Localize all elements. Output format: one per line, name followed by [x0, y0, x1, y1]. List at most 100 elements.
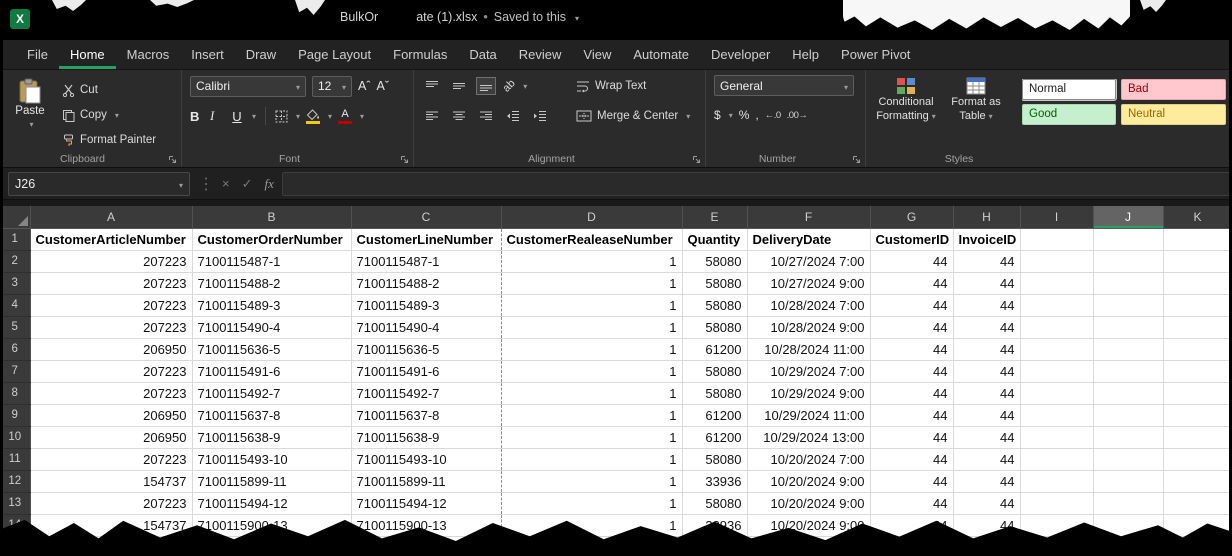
- column-header-G[interactable]: G: [870, 206, 953, 228]
- cell-B2[interactable]: 7100115487-1: [192, 250, 351, 272]
- cell-A15[interactable]: [30, 536, 192, 556]
- cell-style-good[interactable]: Good: [1022, 104, 1116, 125]
- menu-tab-insert[interactable]: Insert: [180, 40, 235, 69]
- cell-I7[interactable]: [1020, 360, 1093, 382]
- cell-I14[interactable]: [1020, 514, 1093, 536]
- cell-K15[interactable]: [1163, 536, 1232, 556]
- cell-E6[interactable]: 61200: [682, 338, 747, 360]
- cell-C5[interactable]: 7100115490-4: [351, 316, 501, 338]
- dialog-launcher-icon[interactable]: [168, 155, 177, 164]
- cell-K12[interactable]: [1163, 470, 1232, 492]
- cell-E1[interactable]: Quantity: [682, 228, 747, 250]
- cell-H5[interactable]: 44: [953, 316, 1020, 338]
- merge-center-button[interactable]: Merge & Center: [576, 105, 690, 127]
- enter-icon[interactable]: ✓: [242, 176, 253, 192]
- cell-H2[interactable]: 44: [953, 250, 1020, 272]
- cell-G14[interactable]: 44: [870, 514, 953, 536]
- menu-tab-help[interactable]: Help: [781, 40, 830, 69]
- cell-K7[interactable]: [1163, 360, 1232, 382]
- menu-tab-data[interactable]: Data: [458, 40, 507, 69]
- cell-C9[interactable]: 7100115637-8: [351, 404, 501, 426]
- column-header-E[interactable]: E: [682, 206, 747, 228]
- conditional-formatting-button[interactable]: Conditional Formatting: [874, 75, 938, 123]
- cell-D8[interactable]: 1: [501, 382, 682, 404]
- row-header-9[interactable]: 9: [0, 404, 30, 426]
- increase-decimal-button[interactable]: ←.0: [765, 104, 781, 126]
- decrease-decimal-button[interactable]: .00→: [787, 104, 808, 126]
- cell-J4[interactable]: [1093, 294, 1163, 316]
- comma-style-button[interactable]: ,: [755, 104, 758, 126]
- decrease-font-size-button[interactable]: Aˇ: [377, 75, 390, 97]
- row-header-8[interactable]: 8: [0, 382, 30, 404]
- dialog-launcher-icon[interactable]: [400, 155, 409, 164]
- cell-I9[interactable]: [1020, 404, 1093, 426]
- menu-tab-view[interactable]: View: [572, 40, 622, 69]
- cell-I3[interactable]: [1020, 272, 1093, 294]
- column-header-J[interactable]: J: [1093, 206, 1163, 228]
- cell-G13[interactable]: 44: [870, 492, 953, 514]
- cell-K2[interactable]: [1163, 250, 1232, 272]
- cell-J5[interactable]: [1093, 316, 1163, 338]
- cell-F15[interactable]: [747, 536, 870, 556]
- cell-C7[interactable]: 7100115491-6: [351, 360, 501, 382]
- accounting-format-button[interactable]: $: [714, 104, 733, 126]
- cell-J2[interactable]: [1093, 250, 1163, 272]
- menu-tab-review[interactable]: Review: [508, 40, 573, 69]
- formula-input[interactable]: [282, 172, 1232, 196]
- cell-A11[interactable]: 207223: [30, 448, 192, 470]
- decrease-indent-button[interactable]: [503, 107, 523, 125]
- cell-K8[interactable]: [1163, 382, 1232, 404]
- cell-K3[interactable]: [1163, 272, 1232, 294]
- row-header-14[interactable]: 14: [0, 514, 30, 536]
- cell-K14[interactable]: [1163, 514, 1232, 536]
- cell-K11[interactable]: [1163, 448, 1232, 470]
- cell-H4[interactable]: 44: [953, 294, 1020, 316]
- cell-A10[interactable]: 206950: [30, 426, 192, 448]
- column-header-D[interactable]: D: [501, 206, 682, 228]
- cell-E4[interactable]: 58080: [682, 294, 747, 316]
- cell-C14[interactable]: 7100115900-13: [351, 514, 501, 536]
- row-header-7[interactable]: 7: [0, 360, 30, 382]
- align-center-button[interactable]: [449, 107, 469, 125]
- menu-tab-draw[interactable]: Draw: [235, 40, 287, 69]
- cell-G6[interactable]: 44: [870, 338, 953, 360]
- paste-button[interactable]: Paste: [8, 75, 52, 151]
- menu-tab-file[interactable]: File: [16, 40, 59, 69]
- row-header-11[interactable]: 11: [0, 448, 30, 470]
- cell-C8[interactable]: 7100115492-7: [351, 382, 501, 404]
- cell-I8[interactable]: [1020, 382, 1093, 404]
- increase-indent-button[interactable]: [530, 107, 550, 125]
- cell-J1[interactable]: [1093, 228, 1163, 250]
- column-header-I[interactable]: I: [1020, 206, 1093, 228]
- column-header-A[interactable]: A: [30, 206, 192, 228]
- cell-B4[interactable]: 7100115489-3: [192, 294, 351, 316]
- cell-B6[interactable]: 7100115636-5: [192, 338, 351, 360]
- menu-tab-automate[interactable]: Automate: [622, 40, 700, 69]
- excel-app-icon[interactable]: X: [10, 9, 30, 29]
- row-header-12[interactable]: 12: [0, 470, 30, 492]
- cell-A1[interactable]: CustomerArticleNumber: [30, 228, 192, 250]
- column-header-C[interactable]: C: [351, 206, 501, 228]
- cell-D11[interactable]: 1: [501, 448, 682, 470]
- document-title[interactable]: BulkOr ate (1).xlsx • Saved to this: [340, 0, 579, 34]
- cell-D13[interactable]: 1: [501, 492, 682, 514]
- cell-I11[interactable]: [1020, 448, 1093, 470]
- cell-K5[interactable]: [1163, 316, 1232, 338]
- cell-A9[interactable]: 206950: [30, 404, 192, 426]
- dialog-launcher-icon[interactable]: [852, 155, 861, 164]
- cell-G5[interactable]: 44: [870, 316, 953, 338]
- cell-I6[interactable]: [1020, 338, 1093, 360]
- cell-J8[interactable]: [1093, 382, 1163, 404]
- cell-A14[interactable]: 154737: [30, 514, 192, 536]
- cell-F6[interactable]: 10/28/2024 11:00: [747, 338, 870, 360]
- cell-B9[interactable]: 7100115637-8: [192, 404, 351, 426]
- align-right-button[interactable]: [476, 107, 496, 125]
- cell-G9[interactable]: 44: [870, 404, 953, 426]
- format-painter-button[interactable]: Format Painter: [62, 129, 156, 151]
- cell-D14[interactable]: 1: [501, 514, 682, 536]
- cell-H10[interactable]: 44: [953, 426, 1020, 448]
- column-header-H[interactable]: H: [953, 206, 1020, 228]
- cell-G12[interactable]: 44: [870, 470, 953, 492]
- cell-H11[interactable]: 44: [953, 448, 1020, 470]
- row-header-5[interactable]: 5: [0, 316, 30, 338]
